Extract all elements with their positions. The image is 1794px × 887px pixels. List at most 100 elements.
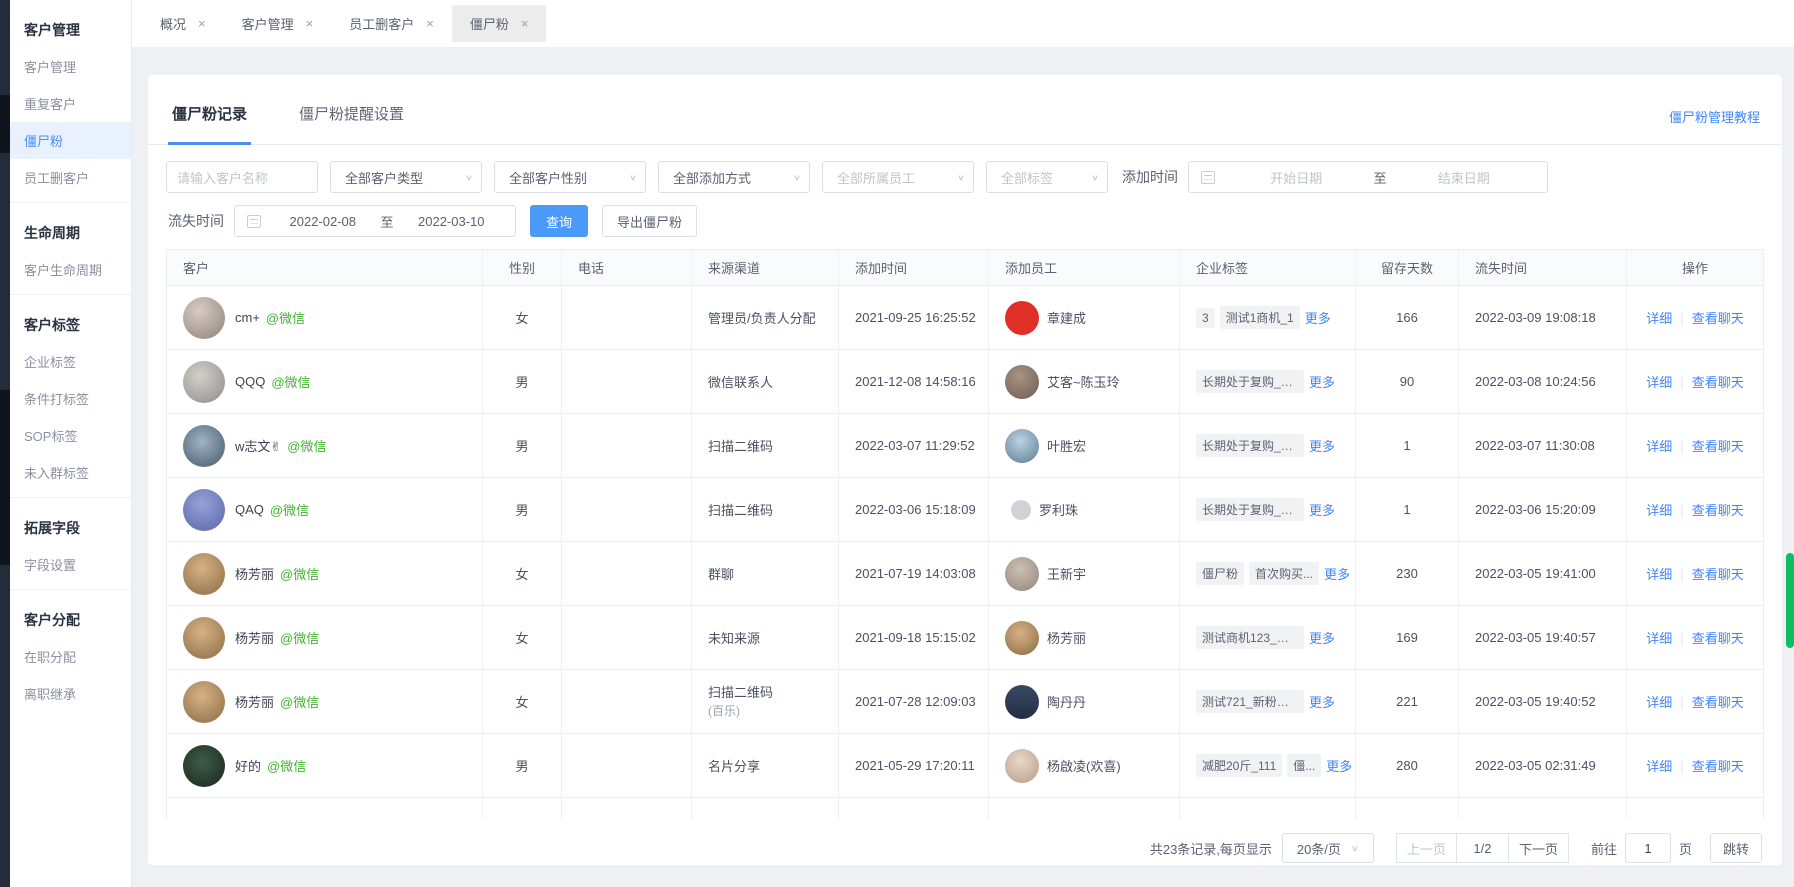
- more-tags-link[interactable]: 更多: [1324, 564, 1350, 583]
- view-chat-link[interactable]: 查看聊天: [1692, 628, 1744, 647]
- detail-link[interactable]: 详细: [1646, 756, 1672, 775]
- sidebar-item-employee-deleted[interactable]: 员工删客户: [10, 159, 131, 196]
- more-tags-link[interactable]: 更多: [1309, 500, 1335, 519]
- detail-link[interactable]: 详细: [1646, 692, 1672, 711]
- owner-employee-select[interactable]: 全部所属员工 ∨: [822, 161, 974, 193]
- section-header: 拓展字段: [10, 508, 131, 546]
- customer-name: 杨芳丽: [235, 692, 274, 711]
- detail-link[interactable]: 详细: [1646, 564, 1672, 583]
- detail-link[interactable]: 详细: [1646, 308, 1672, 327]
- add-time-label: 添加时间: [1122, 167, 1178, 187]
- more-tags-link[interactable]: 更多: [1309, 628, 1335, 647]
- more-tags-link[interactable]: 更多: [1326, 756, 1352, 775]
- tab-overview[interactable]: 概况 ×: [142, 5, 224, 42]
- source-cell: 扫描二维码: [708, 683, 773, 703]
- more-tags-link[interactable]: 更多: [1305, 308, 1331, 327]
- chevron-down-icon: ∨: [465, 172, 473, 181]
- sidebar-item-enterprise-tags[interactable]: 企业标签: [10, 343, 131, 380]
- customer-name-input[interactable]: 请输入客户名称: [166, 161, 318, 193]
- more-tags-link[interactable]: 更多: [1309, 692, 1335, 711]
- sidebar-item-sop-tags[interactable]: SOP标签: [10, 417, 131, 454]
- phone-cell: [562, 414, 692, 478]
- customer-type-select[interactable]: 全部客户类型 ∨: [330, 161, 482, 193]
- add-time-range-picker[interactable]: 开始日期 至 结束日期: [1188, 161, 1548, 193]
- sidebar-item-active-allocation[interactable]: 在职分配: [10, 638, 131, 675]
- detail-link[interactable]: 详细: [1646, 628, 1672, 647]
- lost-start-date[interactable]: 2022-02-08: [271, 214, 375, 229]
- export-zombie-fans-button[interactable]: 导出僵尸粉: [602, 205, 697, 237]
- view-chat-link[interactable]: 查看聊天: [1692, 756, 1744, 775]
- view-chat-link[interactable]: 查看聊天: [1692, 308, 1744, 327]
- rail-scroll-thumb[interactable]: [0, 95, 10, 153]
- close-icon[interactable]: ×: [426, 16, 434, 31]
- customer-gender-select[interactable]: 全部客户性别 ∨: [494, 161, 646, 193]
- employee-name: 杨芳丽: [1047, 628, 1086, 647]
- avatar: [1011, 500, 1031, 520]
- tags-select[interactable]: 全部标签 ∨: [986, 161, 1108, 193]
- end-date-placeholder[interactable]: 结束日期: [1393, 168, 1536, 187]
- jump-button[interactable]: 跳转: [1710, 833, 1762, 863]
- avatar: [183, 553, 225, 595]
- tab-zombie-records[interactable]: 僵尸粉记录: [168, 103, 251, 144]
- view-chat-link[interactable]: 查看聊天: [1692, 372, 1744, 391]
- sidebar-item-duplicate-customers[interactable]: 重复客户: [10, 85, 131, 122]
- avatar: [1005, 621, 1039, 655]
- sidebar-item-zombie-fans[interactable]: 僵尸粉: [10, 122, 131, 159]
- green-scrollbar-thumb[interactable]: [1786, 553, 1794, 648]
- wechat-badge: @微信: [280, 692, 319, 711]
- start-date-placeholder[interactable]: 开始日期: [1225, 168, 1368, 187]
- open-tabs-bar: 概况 × 客户管理 × 员工删客户 × 僵尸粉 ×: [132, 0, 1794, 47]
- lost-time-range-picker[interactable]: 2022-02-08 至 2022-03-10: [234, 205, 516, 237]
- view-chat-link[interactable]: 查看聊天: [1692, 564, 1744, 583]
- prev-page-button[interactable]: 上一页: [1396, 833, 1457, 863]
- next-page-button[interactable]: 下一页: [1509, 833, 1569, 863]
- chevron-down-icon: ∨: [629, 172, 637, 181]
- close-icon[interactable]: ×: [306, 16, 314, 31]
- view-chat-link[interactable]: 查看聊天: [1692, 692, 1744, 711]
- tag-chip: 首次购买...: [1249, 562, 1319, 585]
- lost-end-date[interactable]: 2022-03-10: [400, 214, 504, 229]
- detail-link[interactable]: 详细: [1646, 436, 1672, 455]
- tag-chip: 僵...: [1287, 754, 1321, 777]
- sidebar-item-resigned-inherit[interactable]: 离职继承: [10, 675, 131, 712]
- close-icon[interactable]: ×: [521, 16, 529, 31]
- filter-row-2: 流失时间 2022-02-08 至 2022-03-10 查询 导出僵尸粉: [166, 205, 1764, 237]
- page-size-select[interactable]: 20条/页 ∨: [1282, 833, 1374, 863]
- select-value: 全部所属员工: [837, 168, 915, 187]
- source-cell: 名片分享: [692, 734, 839, 798]
- tab-zombie-reminder-settings[interactable]: 僵尸粉提醒设置: [295, 103, 408, 144]
- select-value: 全部客户性别: [509, 168, 587, 187]
- more-tags-link[interactable]: 更多: [1309, 372, 1335, 391]
- sidebar-item-customer-mgmt[interactable]: 客户管理: [10, 48, 131, 85]
- detail-link[interactable]: 详细: [1646, 372, 1672, 391]
- sidebar-item-field-settings[interactable]: 字段设置: [10, 546, 131, 583]
- zombie-fans-tutorial-link[interactable]: 僵尸粉管理教程: [1669, 107, 1760, 126]
- phone-cell: [562, 670, 692, 734]
- rail-scroll-thumb-2[interactable]: [0, 390, 10, 565]
- pagination-bar: 共23条记录,每页显示 20条/页 ∨ 上一页 1/2 下一页 前往 页 跳转: [148, 819, 1782, 863]
- customer-name: 好的: [235, 756, 261, 775]
- tab-zombie-fans[interactable]: 僵尸粉 ×: [452, 5, 547, 42]
- sidebar-item-not-in-group-tags[interactable]: 未入群标签: [10, 454, 131, 491]
- sidebar-section-customer-mgmt: 客户管理 客户管理 重复客户 僵尸粉 员工删客户: [10, 0, 131, 202]
- close-icon[interactable]: ×: [198, 16, 206, 31]
- section-header: 客户标签: [10, 305, 131, 343]
- collapsed-nav-rail[interactable]: [0, 0, 10, 887]
- view-chat-link[interactable]: 查看聊天: [1692, 436, 1744, 455]
- goto-page-input[interactable]: [1625, 833, 1671, 863]
- search-button[interactable]: 查询: [530, 205, 588, 237]
- table-header-row: 客户 性别 电话 来源渠道 添加时间 添加员工 企业标签 留存天数 流失时间 操…: [167, 250, 1763, 286]
- lost-time-label: 流失时间: [168, 211, 224, 231]
- gender-cell: 男: [483, 478, 562, 542]
- employee-name: 王新宇: [1047, 564, 1086, 583]
- sidebar-section-extend-fields: 拓展字段 字段设置: [10, 497, 131, 589]
- view-chat-link[interactable]: 查看聊天: [1692, 500, 1744, 519]
- add-method-select[interactable]: 全部添加方式 ∨: [658, 161, 810, 193]
- detail-link[interactable]: 详细: [1646, 500, 1672, 519]
- more-tags-link[interactable]: 更多: [1309, 436, 1335, 455]
- retention-days-cell: 169: [1356, 606, 1459, 670]
- sidebar-item-condition-tags[interactable]: 条件打标签: [10, 380, 131, 417]
- tab-employee-deleted[interactable]: 员工删客户 ×: [331, 5, 452, 42]
- sidebar-item-customer-lifecycle[interactable]: 客户生命周期: [10, 251, 131, 288]
- tab-customer-mgmt[interactable]: 客户管理 ×: [224, 5, 332, 42]
